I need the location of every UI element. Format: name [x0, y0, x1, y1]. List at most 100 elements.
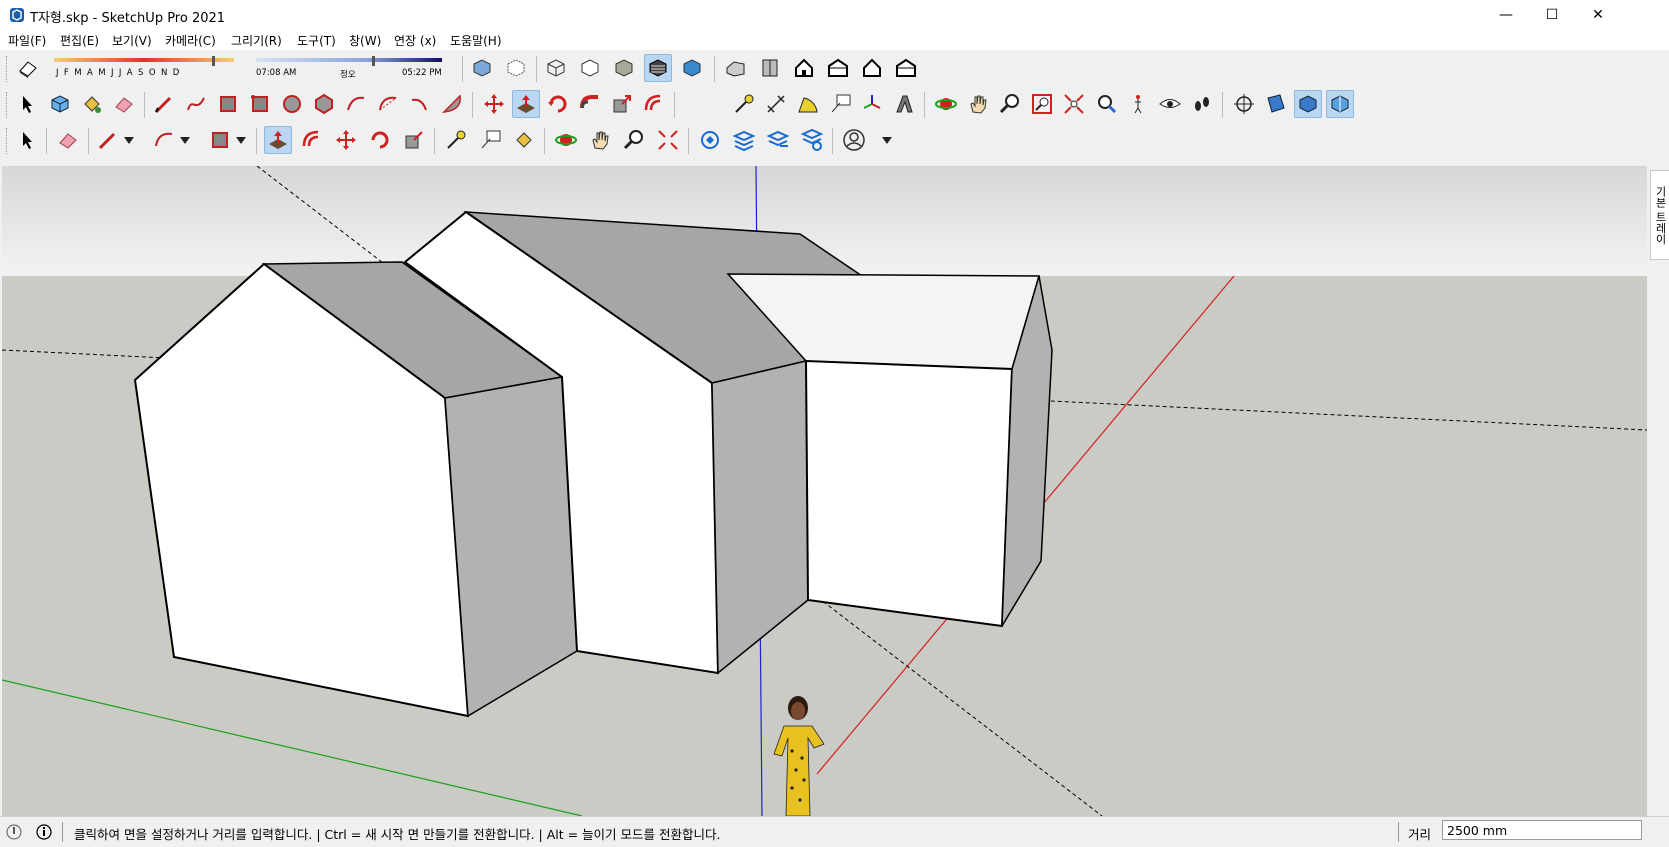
- shadow-time-slider[interactable]: 07:08 AM 정오 05:22 PM: [254, 56, 446, 82]
- offset-tool-button[interactable]: [640, 90, 668, 118]
- rectangle-tool-button[interactable]: [214, 90, 242, 118]
- chevron-down-icon[interactable]: [882, 134, 892, 148]
- polygon-tool-button[interactable]: [310, 90, 338, 118]
- monochrome-button[interactable]: [678, 54, 706, 82]
- toolbar-grip[interactable]: [6, 92, 10, 118]
- menu-draw[interactable]: 그리기(R): [231, 32, 282, 49]
- front-view-button[interactable]: [790, 54, 818, 82]
- menu-camera[interactable]: 카메라(C): [165, 32, 216, 49]
- zoom-window-button[interactable]: [1028, 90, 1056, 118]
- chevron-down-icon[interactable]: [124, 134, 134, 148]
- menu-file[interactable]: 파일(F): [8, 32, 46, 49]
- 3d-text-button[interactable]: [890, 90, 918, 118]
- line-tool-button[interactable]: [150, 90, 178, 118]
- walk-button[interactable]: [1188, 90, 1216, 118]
- close-button[interactable]: ✕: [1575, 0, 1621, 30]
- rotate-tool-button[interactable]: [544, 90, 572, 118]
- top-view-button[interactable]: [756, 54, 784, 82]
- paint-bucket-button[interactable]: [78, 90, 106, 118]
- section-plane-button[interactable]: [1230, 90, 1258, 118]
- model-canvas[interactable]: [2, 166, 1647, 816]
- menu-tools[interactable]: 도구(T): [297, 32, 336, 49]
- protractor-button[interactable]: [794, 90, 822, 118]
- arc-tool-dropdown[interactable]: [150, 126, 178, 154]
- geolocation-icon[interactable]: [6, 824, 22, 840]
- display-section-cuts-button[interactable]: [1294, 90, 1322, 118]
- text-tool-button-2[interactable]: [476, 126, 504, 154]
- extension-manager-button[interactable]: [798, 126, 826, 154]
- menu-edit[interactable]: 편집(E): [60, 32, 99, 49]
- pan-button-2[interactable]: [586, 126, 614, 154]
- right-view-button[interactable]: [824, 54, 852, 82]
- maximize-button[interactable]: ☐: [1529, 0, 1575, 30]
- iso-view-button[interactable]: [722, 54, 750, 82]
- display-section-planes-button[interactable]: [1262, 90, 1290, 118]
- menu-window[interactable]: 창(W): [349, 32, 381, 49]
- previous-view-button[interactable]: [1092, 90, 1120, 118]
- shadow-date-slider[interactable]: J F M A M J J A S O N D: [52, 56, 238, 82]
- tape-measure-button-2[interactable]: [442, 126, 470, 154]
- arc-tool-button[interactable]: [342, 90, 370, 118]
- model-viewport[interactable]: [2, 166, 1647, 816]
- look-around-button[interactable]: [1156, 90, 1184, 118]
- dimension-tool-button[interactable]: [762, 90, 790, 118]
- scale-tool-button-2[interactable]: [400, 126, 428, 154]
- zoom-extents-button-2[interactable]: [654, 126, 682, 154]
- menu-extensions[interactable]: 연장 (x): [394, 32, 436, 49]
- minimize-button[interactable]: —: [1483, 0, 1529, 30]
- pie-tool-button[interactable]: [438, 90, 466, 118]
- select-tool-button-2[interactable]: [14, 126, 42, 154]
- pan-button[interactable]: [964, 90, 992, 118]
- paint-bucket-button-2[interactable]: [510, 126, 538, 154]
- account-button[interactable]: [840, 126, 868, 154]
- zoom-extents-button[interactable]: [1060, 90, 1088, 118]
- wireframe-button[interactable]: [542, 54, 570, 82]
- freehand-tool-button[interactable]: [182, 90, 210, 118]
- position-camera-button[interactable]: [1124, 90, 1152, 118]
- tape-measure-button[interactable]: [730, 90, 758, 118]
- zoom-button[interactable]: [996, 90, 1024, 118]
- send-to-layout-button[interactable]: [764, 126, 792, 154]
- two-point-arc-button[interactable]: [374, 90, 402, 118]
- menu-help[interactable]: 도움말(H): [450, 32, 502, 49]
- push-pull-tool-button[interactable]: [512, 90, 540, 118]
- text-tool-button[interactable]: [826, 90, 854, 118]
- measurements-input[interactable]: 2500 mm: [1442, 820, 1642, 840]
- back-view-button[interactable]: [858, 54, 886, 82]
- eraser-button[interactable]: [110, 90, 138, 118]
- move-tool-button-2[interactable]: [332, 126, 360, 154]
- hidden-line-button[interactable]: [576, 54, 604, 82]
- menu-view[interactable]: 보기(V): [112, 32, 152, 49]
- orbit-button-2[interactable]: [552, 126, 580, 154]
- shaded-button[interactable]: [610, 54, 638, 82]
- orbit-button[interactable]: [932, 90, 960, 118]
- default-tray-tab[interactable]: 기본 트레이: [1650, 170, 1669, 260]
- rotated-rectangle-button[interactable]: [246, 90, 274, 118]
- back-edges-button[interactable]: [502, 54, 530, 82]
- rectangle-tool-dropdown[interactable]: [206, 126, 234, 154]
- eraser-button-2[interactable]: [54, 126, 82, 154]
- move-tool-button[interactable]: [480, 90, 508, 118]
- chevron-down-icon[interactable]: [180, 134, 190, 148]
- line-tool-dropdown[interactable]: [94, 126, 122, 154]
- axes-tool-button[interactable]: [858, 90, 886, 118]
- rotate-tool-button-2[interactable]: [366, 126, 394, 154]
- left-view-button[interactable]: [892, 54, 920, 82]
- offset-tool-button-2[interactable]: [298, 126, 326, 154]
- info-icon[interactable]: [36, 824, 52, 840]
- follow-me-button[interactable]: [576, 90, 604, 118]
- xray-style-button[interactable]: [468, 54, 496, 82]
- display-section-fill-button[interactable]: [1326, 90, 1354, 118]
- 3d-warehouse-button[interactable]: [696, 126, 724, 154]
- shaded-with-textures-button[interactable]: [644, 54, 672, 82]
- toolbar-grip[interactable]: [6, 56, 10, 82]
- extension-warehouse-button[interactable]: [730, 126, 758, 154]
- three-point-arc-button[interactable]: [406, 90, 434, 118]
- circle-tool-button[interactable]: [278, 90, 306, 118]
- toolbar-grip[interactable]: [6, 128, 10, 154]
- select-tool-button[interactable]: [14, 90, 42, 118]
- shadows-toggle-button[interactable]: [14, 54, 42, 82]
- zoom-button-2[interactable]: [620, 126, 648, 154]
- scale-tool-button[interactable]: [608, 90, 636, 118]
- push-pull-tool-button-2[interactable]: [264, 126, 292, 154]
